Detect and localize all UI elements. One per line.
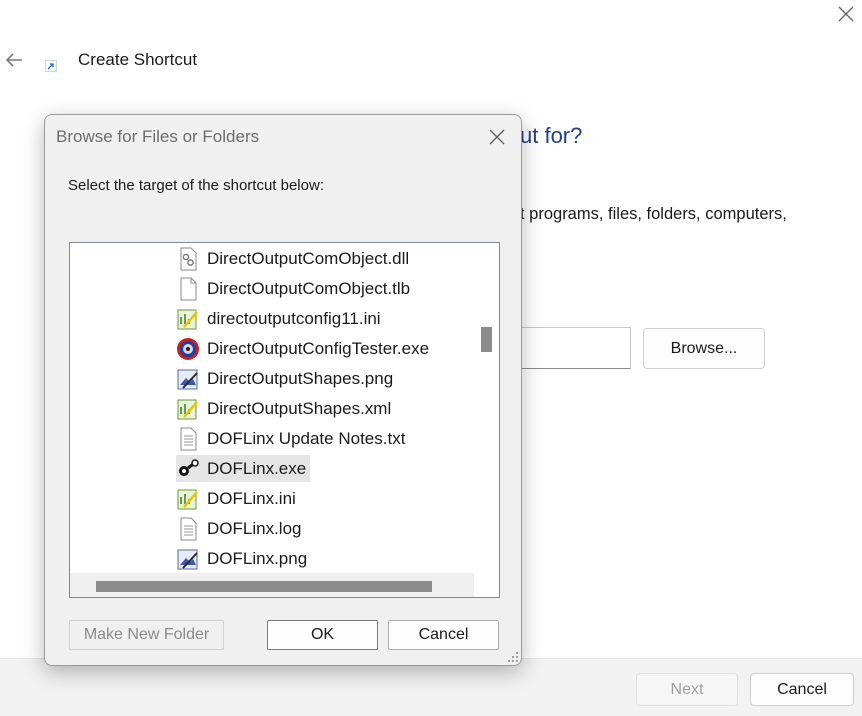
blank-file-icon (180, 277, 197, 300)
tree-item[interactable]: DirectOutputShapes.png (176, 365, 393, 392)
tree-item[interactable]: DirectOutputConfigTester.exe (176, 335, 429, 362)
dll-gear-icon (180, 247, 197, 270)
tree-item-label: DOFLinx.ini (207, 488, 296, 508)
resize-grip-icon[interactable] (507, 651, 519, 663)
tree-item-label: DirectOutputConfigTester.exe (207, 338, 430, 358)
tree-item-label: directoutputconfig11.ini (207, 308, 381, 328)
tree-item-label: DirectOutputComObject.tlb (207, 278, 411, 298)
ok-button[interactable]: OK (267, 620, 378, 650)
tree-item-label: DirectOutputShapes.xml (207, 398, 392, 418)
shortcut-icon (45, 60, 57, 72)
vertical-scrollbar-thumb[interactable] (481, 327, 492, 352)
next-button[interactable]: Next (636, 673, 738, 706)
tree-item[interactable]: DirectOutputComObject.dll (176, 245, 409, 272)
tree-item-selected[interactable]: DOFLinx.exe (176, 455, 311, 482)
make-new-folder-button[interactable]: Make New Folder (69, 620, 224, 650)
tree-item[interactable]: DirectOutputShapes.xml (176, 395, 391, 422)
tree-item[interactable]: DOFLinx Update Notes.txt (176, 425, 405, 452)
wizard-title: Create Shortcut (78, 50, 198, 69)
tree-item-label: DirectOutputShapes.png (207, 368, 394, 388)
text-file-icon (180, 517, 197, 540)
dialog-instruction: Select the target of the shortcut below: (68, 177, 324, 194)
tree-item[interactable]: DirectOutputComObject.tlb (176, 275, 410, 302)
ini-notepad-icon (177, 489, 198, 509)
tree-item[interactable]: directoutputconfig11.ini (176, 305, 381, 332)
tree-item-label: DOFLinx.log (207, 518, 302, 538)
dialog-title: Browse for Files or Folders (56, 127, 260, 146)
wizard-cancel-button[interactable]: Cancel (750, 673, 854, 706)
tester-app-icon (177, 337, 199, 360)
browse-button[interactable]: Browse... (643, 328, 765, 369)
tree-item-label: DOFLinx.png (207, 548, 308, 568)
wizard-question: ut for? (520, 123, 583, 148)
tree-item[interactable]: DOFLinx.ini (176, 485, 296, 512)
tree-item-label: DirectOutputComObject.dll (207, 248, 410, 268)
close-icon[interactable] (836, 4, 856, 24)
image-file-icon (177, 549, 198, 569)
dialog-close-icon[interactable] (487, 127, 507, 147)
back-arrow-icon[interactable] (4, 50, 24, 70)
tree-item[interactable]: DOFLinx.png (176, 545, 307, 572)
file-tree[interactable]: DirectOutputComObject.dll DirectOutputCo… (69, 242, 500, 598)
doflinx-app-icon (179, 458, 199, 476)
tree-item-label: DOFLinx Update Notes.txt (207, 428, 406, 448)
dialog-titlebar: Browse for Files or Folders (45, 115, 521, 159)
tree-item[interactable]: DOFLinx.log (176, 515, 301, 542)
ini-notepad-icon (177, 399, 198, 419)
dialog-cancel-button[interactable]: Cancel (388, 620, 499, 650)
tree-item-label: DOFLinx.exe (207, 458, 307, 478)
browse-dialog: Browse for Files or Folders Select the t… (44, 114, 522, 666)
ini-notepad-icon (177, 309, 198, 329)
location-input[interactable] (520, 327, 631, 369)
horizontal-scrollbar-thumb[interactable] (96, 581, 432, 592)
text-file-icon (180, 427, 197, 450)
image-file-icon (177, 369, 198, 389)
scrollbar-corner (474, 573, 499, 597)
wizard-description: t programs, files, folders, computers, (520, 205, 787, 223)
